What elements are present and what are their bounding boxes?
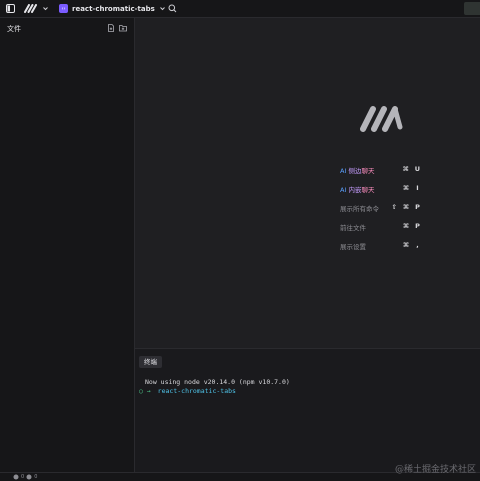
shortcut-ai-side-chat[interactable]: AI 侧边聊天 ⌘ U	[340, 163, 430, 175]
error-icon	[13, 474, 19, 480]
terminal-panel[interactable]: 终端 Now using node v20.14.0 (npm v10.7.0)…	[135, 348, 480, 473]
terminal-prompt-line: ○ → react-chromatic-tabs	[139, 387, 236, 395]
problems-indicator[interactable]: 0 0	[13, 474, 37, 480]
shortcut-keys: ⌘ U	[402, 165, 420, 173]
shortcut-ai-inline-chat[interactable]: AI 内嵌聊天 ⌘ I	[340, 182, 430, 194]
search-icon	[168, 4, 177, 13]
shortcut-show-settings[interactable]: 展示设置 ⌘,	[340, 239, 430, 251]
shortcut-keys: ⌘ P	[402, 222, 420, 230]
error-count: 0	[21, 474, 25, 480]
project-name: react-chromatic-tabs	[72, 4, 155, 13]
shortcut-label: AI 侧边聊天	[340, 167, 375, 175]
file-sidebar: 文件	[0, 18, 135, 472]
app-menu-button[interactable]	[24, 0, 49, 17]
search-button[interactable]	[168, 0, 177, 17]
shortcut-keys: ⌘ I	[402, 184, 419, 192]
shortcut-label: AI 内嵌聊天	[340, 186, 375, 194]
shortcut-label: 展示设置	[340, 243, 366, 251]
shortcut-show-all-commands[interactable]: 展示所有命令 ⇧ ⌘ P	[340, 201, 430, 213]
prompt-cwd: react-chromatic-tabs	[157, 387, 236, 395]
warning-count: 0	[34, 474, 38, 480]
toggle-sidebar-button[interactable]	[6, 0, 15, 17]
shortcut-keys: ⌘,	[402, 241, 419, 249]
app-logo-icon	[24, 4, 37, 13]
app-logo-large-icon	[360, 106, 403, 132]
shortcut-keys: ⇧ ⌘ P	[391, 203, 420, 211]
shortcut-go-to-file[interactable]: 前往文件 ⌘ P	[340, 220, 430, 232]
shortcut-label: 展示所有命令	[340, 205, 379, 213]
new-file-icon[interactable]	[107, 24, 115, 32]
tab-terminal[interactable]: 终端	[139, 356, 162, 368]
sidebar-toggle-icon	[6, 4, 15, 13]
new-folder-icon[interactable]	[119, 24, 127, 32]
shortcut-label: 前往文件	[340, 224, 366, 232]
sidebar-title: 文件	[7, 25, 21, 33]
code-icon: ‹›	[59, 4, 68, 13]
chevron-down-icon	[43, 7, 48, 11]
action-button-bg	[464, 2, 480, 15]
terminal-output-line: Now using node v20.14.0 (npm v10.7.0)	[145, 378, 290, 386]
watermark: @稀土掘金技术社区	[394, 465, 476, 475]
title-bar: ‹› react-chromatic-tabs	[0, 0, 480, 18]
chevron-down-icon	[159, 7, 165, 11]
prompt-symbol: ○ →	[139, 387, 151, 395]
warning-icon	[26, 474, 32, 480]
project-switcher[interactable]: ‹› react-chromatic-tabs	[59, 0, 166, 17]
top-right-button[interactable]	[464, 0, 480, 17]
editor-area: AI 侧边聊天 ⌘ U AI 内嵌聊天 ⌘ I 展示所有命令 ⇧ ⌘ P 前往文件 ⌘ P…	[135, 18, 480, 348]
